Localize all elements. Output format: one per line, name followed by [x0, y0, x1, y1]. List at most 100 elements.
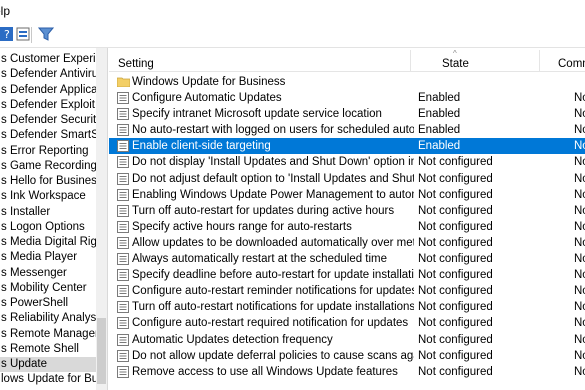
tree-item[interactable]: s Installer: [0, 205, 96, 220]
tree-item[interactable]: s Defender SmartScre: [0, 128, 96, 143]
tree-item[interactable]: s Defender Antivirus: [0, 67, 96, 82]
setting-row[interactable]: Specify intranet Microsoft update servic…: [109, 106, 585, 122]
policy-setting-icon: [117, 349, 129, 362]
setting-row[interactable]: Allow updates to be downloaded automatic…: [109, 235, 585, 251]
setting-comment: No: [574, 156, 585, 169]
setting-name: Configure auto-restart reminder notifica…: [132, 285, 414, 298]
setting-row[interactable]: Enable client-side targeting Enabled No: [109, 138, 585, 155]
setting-row[interactable]: Automatic Updates detection frequency Not…: [109, 332, 585, 348]
setting-comment: No: [574, 236, 585, 249]
policy-setting-icon: [117, 188, 129, 201]
column-header-setting[interactable]: Setting: [118, 58, 154, 70]
setting-row[interactable]: Do not allow update deferral policies to…: [109, 348, 585, 364]
tree-item[interactable]: s Logon Options: [0, 220, 96, 235]
setting-name: Do not adjust default option to 'Install…: [132, 172, 414, 185]
help-menu[interactable]: elp: [0, 4, 10, 18]
tree-pane: s Customer Experiencs Defender Antivirus…: [0, 48, 108, 390]
setting-state: Not configured: [418, 333, 493, 346]
setting-row[interactable]: Do not display 'Install Updates and Shut…: [109, 154, 585, 170]
tree-item[interactable]: s Messenger: [0, 266, 96, 281]
tree-scrollbar-thumb[interactable]: [97, 318, 106, 384]
tree-item[interactable]: s Remote Manageme: [0, 327, 96, 342]
tree-item[interactable]: s Error Reporting: [0, 144, 96, 159]
setting-row[interactable]: Enabling Windows Update Power Management…: [109, 187, 585, 203]
setting-comment: No: [574, 220, 585, 233]
setting-name: Configure auto-restart required notifica…: [132, 317, 409, 330]
column-divider[interactable]: [410, 50, 411, 72]
help-icon: ?: [0, 27, 13, 41]
view-button[interactable]: [16, 26, 30, 44]
setting-row[interactable]: Always automatically restart at the sche…: [109, 251, 585, 267]
setting-state: Not configured: [418, 317, 493, 330]
filter-icon: [37, 27, 55, 41]
setting-comment: No: [574, 92, 585, 104]
setting-state: Not configured: [418, 220, 493, 233]
tree-item[interactable]: s Update: [0, 357, 96, 372]
setting-row[interactable]: Turn off auto-restart for updates during…: [109, 203, 585, 219]
setting-row[interactable]: Configure Automatic Updates Enabled No: [109, 90, 585, 106]
tree-item[interactable]: lows Update for Busi: [0, 372, 96, 387]
setting-state: Enabled: [418, 124, 461, 137]
tree-item[interactable]: s Defender Applicatio: [0, 83, 96, 98]
setting-comment: No: [574, 140, 585, 153]
tree-item[interactable]: s Ink Workspace: [0, 189, 96, 204]
tree-scrollbar[interactable]: [96, 48, 107, 390]
setting-state: Not configured: [418, 156, 493, 169]
setting-name: No auto-restart with logged on users for…: [132, 124, 414, 137]
policy-setting-icon: [117, 253, 129, 265]
policy-setting-icon: [117, 140, 129, 153]
menubar: elp: [0, 0, 585, 22]
setting-row[interactable]: Specify active hours range for auto-rest…: [109, 219, 585, 235]
setting-state: Not configured: [418, 253, 493, 265]
help-button[interactable]: ?: [0, 26, 14, 44]
setting-row[interactable]: Turn off auto-restart notifications for …: [109, 299, 585, 315]
sort-indicator-icon: ^: [453, 49, 457, 58]
setting-state: Not configured: [418, 204, 493, 217]
setting-row[interactable]: Configure auto-restart required notifica…: [109, 315, 585, 331]
setting-row[interactable]: Do not adjust default option to 'Install…: [109, 171, 585, 187]
setting-row[interactable]: Remove access to use all Windows Update …: [109, 364, 585, 380]
setting-state: Not configured: [418, 188, 493, 201]
setting-row[interactable]: No auto-restart with logged on users for…: [109, 122, 585, 138]
policy-setting-icon: [117, 124, 129, 137]
tree-item[interactable]: s Customer Experienc: [0, 52, 96, 67]
setting-row[interactable]: Specify deadline before auto-restart for…: [109, 267, 585, 283]
policy-setting-icon: [117, 285, 129, 298]
setting-name: Always automatically restart at the sche…: [132, 253, 388, 265]
tree-item[interactable]: s Hello for Business: [0, 174, 96, 189]
setting-name: Specify intranet Microsoft update servic…: [132, 108, 382, 121]
policy-setting-icon: [117, 108, 129, 121]
setting-name: Turn off auto-restart notifications for …: [132, 301, 414, 314]
setting-comment: No: [574, 253, 585, 265]
setting-name: Do not display 'Install Updates and Shut…: [132, 156, 414, 169]
policy-setting-icon: [117, 156, 129, 169]
setting-state: Not configured: [418, 285, 493, 298]
column-header-comment[interactable]: Comm: [558, 58, 585, 70]
svg-text:?: ?: [4, 28, 10, 41]
tree-item[interactable]: s Media Player: [0, 250, 96, 265]
policy-setting-icon: [117, 172, 129, 185]
tree-item[interactable]: s Defender Security C: [0, 113, 96, 128]
tree-item[interactable]: s Media Digital Right: [0, 235, 96, 250]
policy-setting-icon: [117, 301, 129, 314]
tree-item[interactable]: s Mobility Center: [0, 281, 96, 296]
setting-state: Not configured: [418, 365, 493, 378]
column-header-state[interactable]: State: [442, 58, 469, 70]
tree-item[interactable]: s Reliability Analysis: [0, 311, 96, 326]
tree-item[interactable]: s PowerShell: [0, 296, 96, 311]
setting-comment: No: [574, 269, 585, 282]
setting-name: Configure Automatic Updates: [132, 92, 282, 104]
tree-item[interactable]: s Game Recording ar: [0, 159, 96, 174]
filter-button[interactable]: [37, 26, 55, 44]
tree-item[interactable]: s Remote Shell: [0, 342, 96, 357]
column-divider[interactable]: [539, 50, 540, 72]
policy-setting-icon: [117, 317, 129, 330]
setting-name: Specify deadline before auto-restart for…: [132, 269, 414, 282]
setting-state: Not configured: [418, 172, 493, 185]
tree-item[interactable]: s Defender Exploit Gu: [0, 98, 96, 113]
folder-row[interactable]: Windows Update for Business: [109, 74, 585, 90]
toolbar-separator: [31, 27, 32, 43]
setting-state: Enabled: [418, 140, 461, 153]
setting-state: Not configured: [418, 349, 493, 362]
setting-row[interactable]: Configure auto-restart reminder notifica…: [109, 283, 585, 299]
